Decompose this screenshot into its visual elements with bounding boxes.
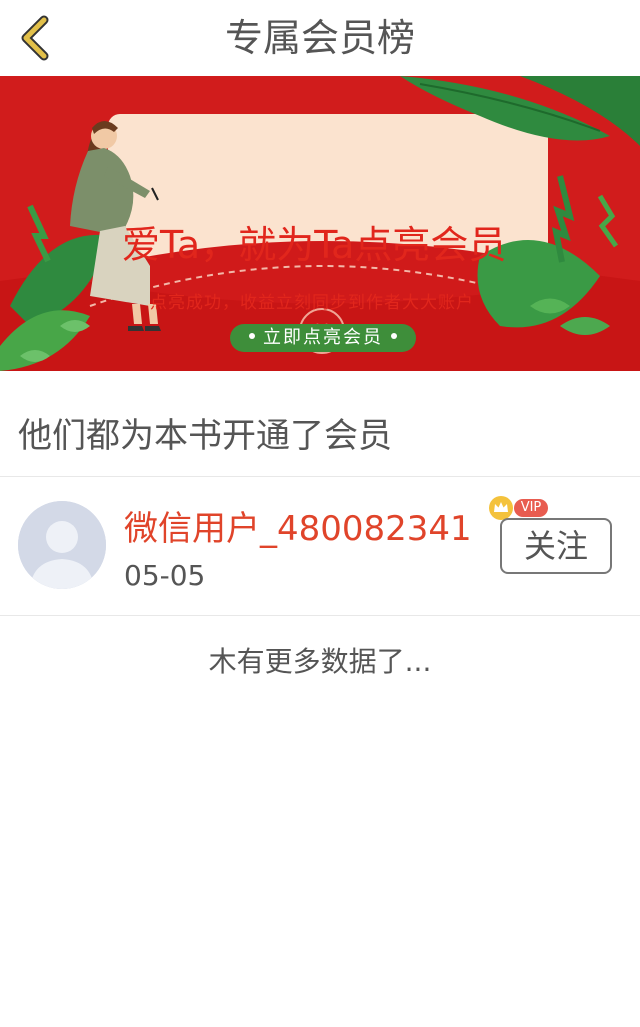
chevron-left-icon <box>21 15 49 61</box>
cta-label: 立即点亮会员 <box>263 327 383 348</box>
dot-icon <box>249 333 255 339</box>
follow-button[interactable]: 关注 <box>500 518 612 574</box>
page-title: 专属会员榜 <box>224 16 415 60</box>
vip-label: VIP <box>514 499 548 517</box>
dot-icon <box>391 333 397 339</box>
list-item[interactable]: 微信用户_480082341 VIP 05-05 关注 <box>0 477 640 615</box>
banner-title: 爱Ta，就为Ta点亮会员 <box>122 223 507 267</box>
default-user-icon <box>18 501 106 589</box>
back-button[interactable] <box>12 10 56 66</box>
light-up-member-button[interactable]: 立即点亮会员 <box>230 324 416 352</box>
header-bar: 专属会员榜 <box>0 0 640 76</box>
no-more-data-text: 木有更多数据了... <box>208 645 432 678</box>
section-title: 他们都为本书开通了会员 <box>18 416 392 456</box>
member-name[interactable]: 微信用户_480082341 <box>124 501 472 550</box>
divider <box>0 615 640 616</box>
member-promo-banner[interactable]: 爱Ta，就为Ta点亮会员 点亮成功，收益立刻同步到作者大大账户 立即点亮会员 <box>0 76 640 371</box>
member-date: 05-05 <box>124 559 206 592</box>
banner-subtitle: 点亮成功，收益立刻同步到作者大大账户 <box>150 293 474 313</box>
avatar[interactable] <box>18 501 106 589</box>
